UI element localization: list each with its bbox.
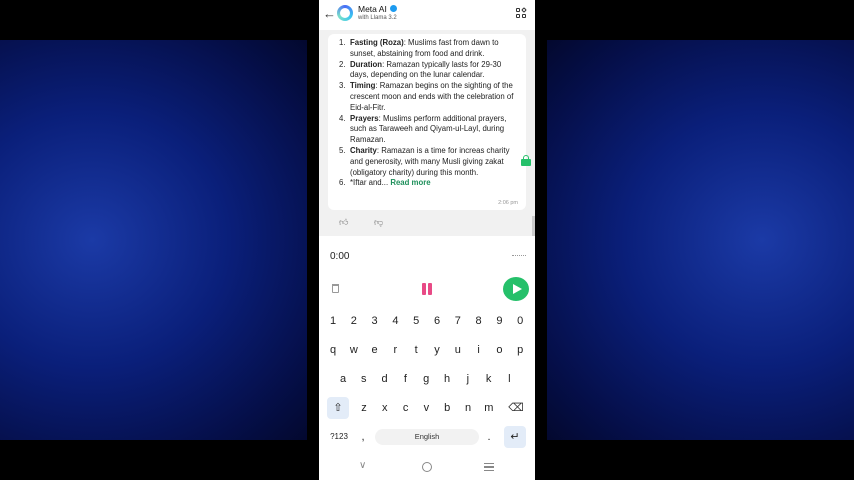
key-x[interactable]: x xyxy=(375,397,395,419)
key-k[interactable]: k xyxy=(479,368,499,390)
meta-ai-logo-icon[interactable] xyxy=(337,5,353,21)
key-p[interactable]: p xyxy=(510,339,530,361)
system-nav-bar: ∨ xyxy=(319,454,535,480)
thumbs-up-icon[interactable]: 👍︎ xyxy=(339,217,348,227)
key-d[interactable]: d xyxy=(375,368,395,390)
list-item: 5. Charity: Ramazan is a time for increas… xyxy=(339,145,510,177)
key-t[interactable]: t xyxy=(406,339,426,361)
keyboard-row-2: asdfghjkl xyxy=(319,368,535,390)
voice-recorder: 0:00 xyxy=(319,236,535,308)
ai-message-bubble[interactable]: 1. Fasting (Roza): Muslims fast from dawn… xyxy=(328,34,531,210)
chat-title[interactable]: Meta AI xyxy=(358,4,397,14)
key-8[interactable]: 8 xyxy=(469,310,489,332)
keyboard-row-1: qwertyuiop xyxy=(319,339,535,361)
key-v[interactable]: v xyxy=(416,397,436,419)
nav-home-icon[interactable] xyxy=(422,462,432,472)
message-list: 1. Fasting (Roza): Muslims fast from dawn… xyxy=(328,38,520,189)
key-o[interactable]: o xyxy=(489,339,509,361)
key-e[interactable]: e xyxy=(365,339,385,361)
list-item: 2. Duration: Ramazan typically lasts for … xyxy=(339,59,502,80)
key-u[interactable]: u xyxy=(448,339,468,361)
shift-key[interactable]: ⇧ xyxy=(327,397,349,419)
backspace-key[interactable]: ⌫ xyxy=(505,397,527,419)
key-0[interactable]: 0 xyxy=(510,310,530,332)
key-r[interactable]: r xyxy=(385,339,405,361)
space-key[interactable]: English xyxy=(375,429,479,445)
key-j[interactable]: j xyxy=(458,368,478,390)
key-h[interactable]: h xyxy=(437,368,457,390)
key-z[interactable]: z xyxy=(354,397,374,419)
background-left xyxy=(0,40,307,440)
chat-subtitle: with Llama 3.2 xyxy=(358,15,397,21)
keyboard-number-row: 1234567890 xyxy=(319,310,535,332)
read-more-link[interactable]: Read more xyxy=(390,178,430,187)
enter-key[interactable]: ↵ xyxy=(504,426,526,448)
message-timestamp: 2:06 pm xyxy=(498,200,518,206)
background-right xyxy=(547,40,854,440)
key-7[interactable]: 7 xyxy=(448,310,468,332)
key-n[interactable]: n xyxy=(458,397,478,419)
key-s[interactable]: s xyxy=(354,368,374,390)
apps-grid-icon[interactable] xyxy=(516,7,527,19)
key-w[interactable]: w xyxy=(344,339,364,361)
key-b[interactable]: b xyxy=(437,397,457,419)
send-icon xyxy=(513,284,522,294)
recording-waveform xyxy=(512,255,526,257)
key-m[interactable]: m xyxy=(479,397,499,419)
phone-screen: ← Meta AI with Llama 3.2 1. Fasting (Roza… xyxy=(319,0,535,480)
key-a[interactable]: a xyxy=(333,368,353,390)
period-key[interactable]: . xyxy=(481,426,497,448)
list-item: 1. Fasting (Roza): Muslims fast from dawn… xyxy=(339,38,499,58)
key-c[interactable]: c xyxy=(396,397,416,419)
symbols-key[interactable]: ?123 xyxy=(325,426,353,448)
key-4[interactable]: 4 xyxy=(385,310,405,332)
recording-timer: 0:00 xyxy=(330,251,350,262)
onscreen-keyboard: 1234567890 qwertyuiop asdfghjkl ⇧ ⌫ zxcv… xyxy=(319,308,535,454)
delete-recording-icon[interactable] xyxy=(332,284,339,293)
key-9[interactable]: 9 xyxy=(489,310,509,332)
keyboard-bottom-row: ?123 , English . ↵ xyxy=(319,426,535,448)
thumbs-down-icon[interactable]: 👎︎ xyxy=(374,217,383,227)
chat-scrollbar[interactable] xyxy=(532,216,535,236)
comma-key[interactable]: , xyxy=(355,426,371,448)
list-item: 6. *Iftar and... Read more xyxy=(339,178,431,188)
key-i[interactable]: i xyxy=(469,339,489,361)
keyboard-row-3: ⇧ ⌫ zxcvbnm xyxy=(319,397,535,419)
key-l[interactable]: l xyxy=(499,368,519,390)
pause-recording-button[interactable] xyxy=(421,283,433,295)
send-button[interactable] xyxy=(503,277,529,301)
key-5[interactable]: 5 xyxy=(406,310,426,332)
nav-recent-apps-icon[interactable] xyxy=(484,463,494,471)
key-1[interactable]: 1 xyxy=(323,310,343,332)
key-y[interactable]: y xyxy=(427,339,447,361)
chat-area[interactable]: 1. Fasting (Roza): Muslims fast from dawn… xyxy=(319,30,535,236)
chat-title-text: Meta AI xyxy=(358,4,387,14)
key-f[interactable]: f xyxy=(395,368,415,390)
key-2[interactable]: 2 xyxy=(344,310,364,332)
list-item: 4. Prayers: Muslims perform additional pr… xyxy=(339,113,507,145)
key-6[interactable]: 6 xyxy=(427,310,447,332)
list-item: 3. Timing: Ramazan begins on the sighting… xyxy=(339,81,514,112)
nav-back-icon[interactable]: ∨ xyxy=(359,460,366,471)
verified-badge-icon xyxy=(389,5,397,12)
key-q[interactable]: q xyxy=(323,339,343,361)
back-arrow-icon[interactable]: ← xyxy=(323,7,337,21)
lock-icon[interactable] xyxy=(521,155,531,166)
reaction-bar: 👍︎ 👎︎ xyxy=(319,214,535,232)
key-g[interactable]: g xyxy=(416,368,436,390)
key-3[interactable]: 3 xyxy=(365,310,385,332)
chat-header: ← Meta AI with Llama 3.2 xyxy=(319,0,535,30)
